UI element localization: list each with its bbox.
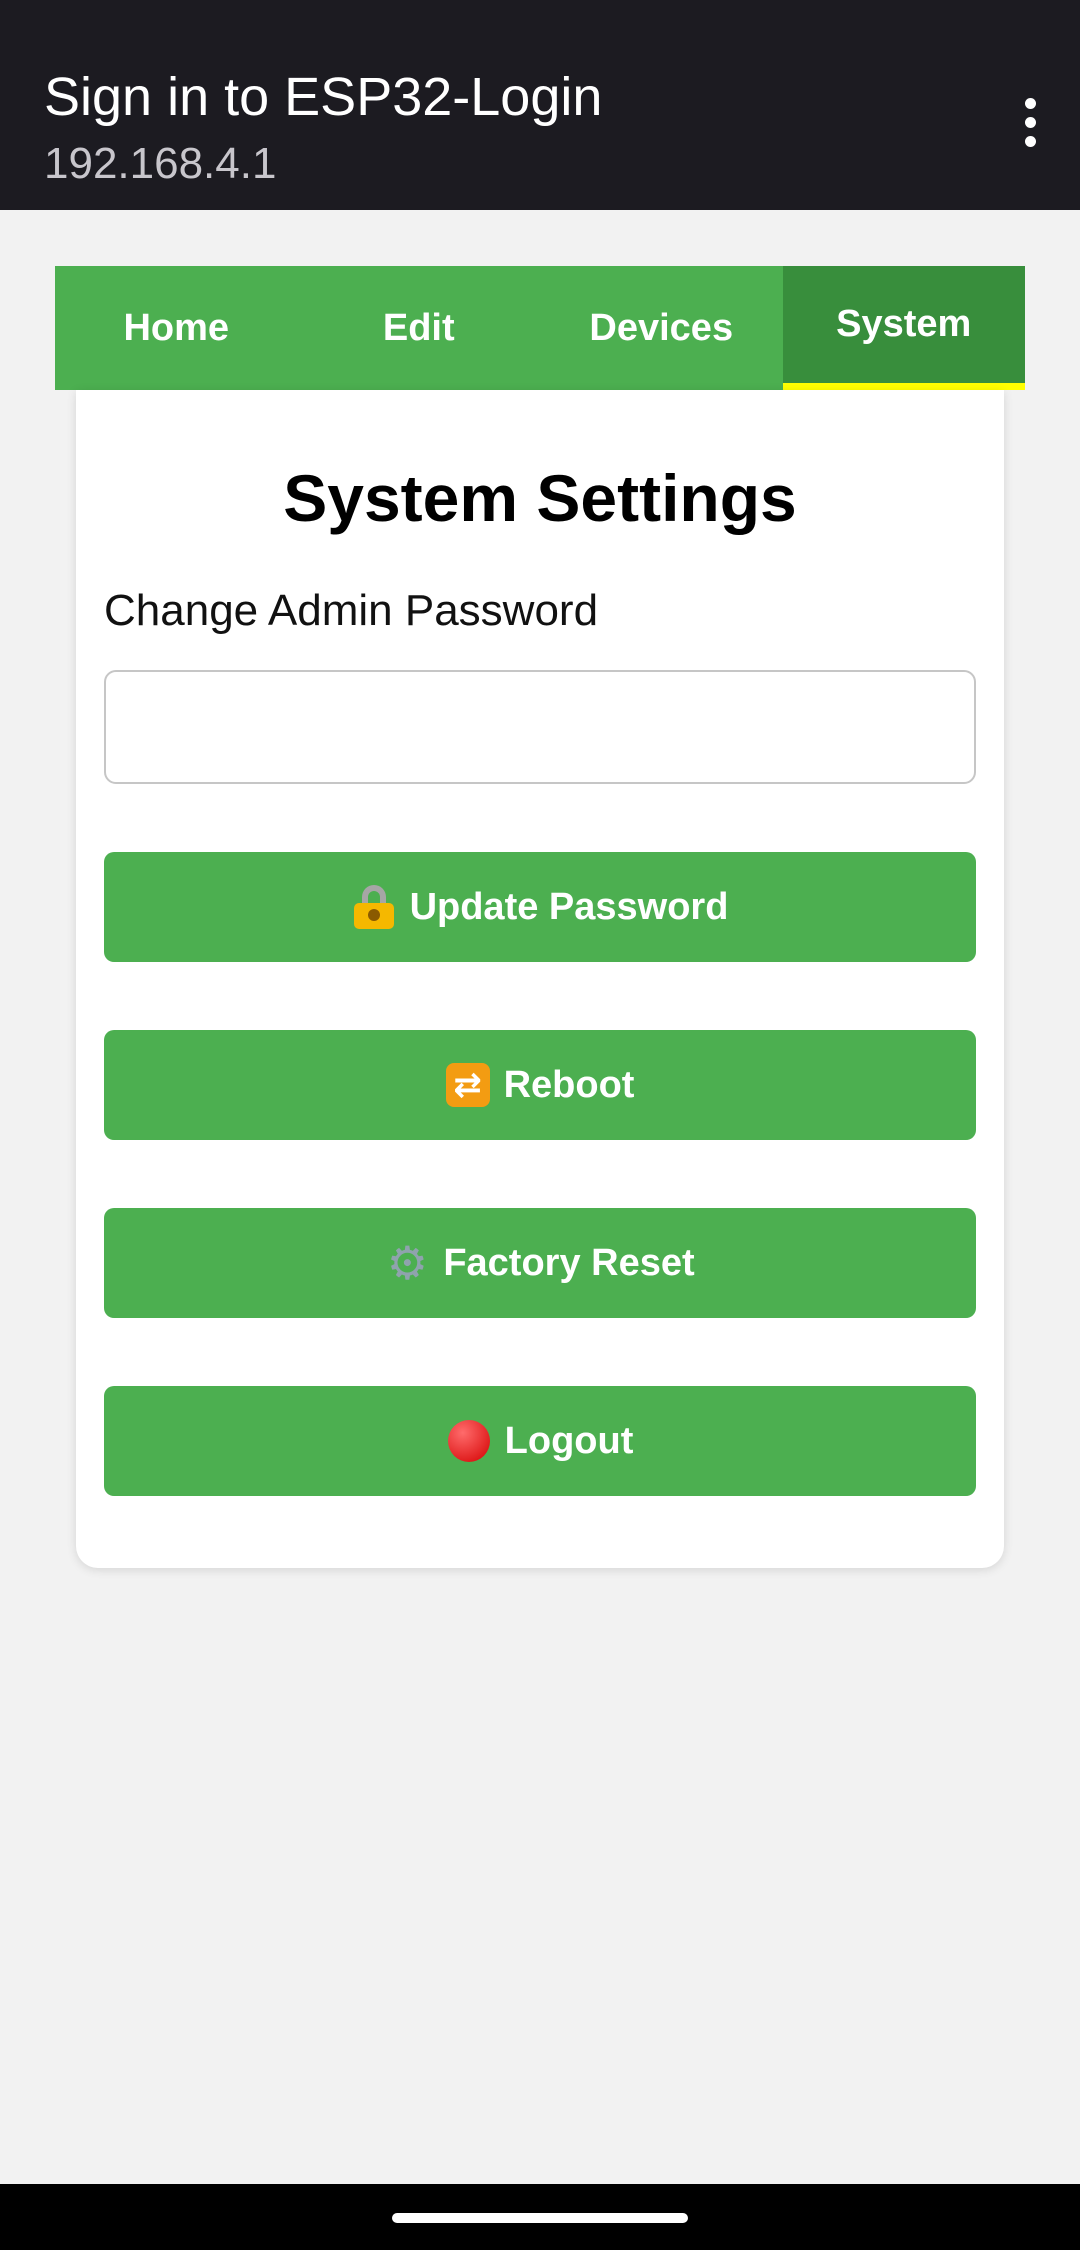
admin-password-input[interactable] (104, 670, 976, 784)
password-label: Change Admin Password (104, 586, 599, 635)
tab-devices[interactable]: Devices (540, 266, 783, 390)
logout-button[interactable]: Logout (104, 1386, 976, 1496)
factory-reset-button[interactable]: ⚙ Factory Reset (104, 1208, 976, 1318)
home-gesture-handle[interactable] (392, 2213, 688, 2223)
tab-home[interactable]: Home (55, 266, 298, 390)
factory-reset-label: Factory Reset (443, 1241, 695, 1284)
tab-system[interactable]: System (782, 266, 1025, 390)
update-password-button[interactable]: Update Password (104, 852, 976, 962)
menu-dot (1024, 116, 1036, 128)
menu-dot (1024, 135, 1036, 147)
lock-with-key-icon (352, 885, 396, 929)
tab-edit[interactable]: Edit (298, 266, 541, 390)
host-address: 192.168.4.1 (44, 139, 277, 188)
page-sign-in-title: Sign in to ESP32-Login (44, 67, 603, 127)
main-nav: Home Edit Devices System (55, 266, 1025, 390)
more-options-icon[interactable] (1000, 90, 1060, 154)
menu-dot (1024, 97, 1036, 109)
reboot-label: Reboot (503, 1063, 635, 1106)
repeat-icon: ⇄ (445, 1063, 490, 1107)
browser-top-bar: Sign in to ESP32-Login 192.168.4.1 (0, 0, 1080, 210)
gear-icon: ⚙ (386, 1237, 428, 1289)
update-password-label: Update Password (409, 885, 729, 928)
system-settings-card: System Settings Change Admin Password Up… (76, 390, 1004, 1568)
page-title: System Settings (283, 461, 797, 535)
logout-label: Logout (504, 1419, 634, 1462)
system-navigation-bar (0, 2184, 1080, 2250)
reboot-button[interactable]: ⇄ Reboot (104, 1030, 976, 1140)
red-circle-icon (447, 1419, 491, 1463)
